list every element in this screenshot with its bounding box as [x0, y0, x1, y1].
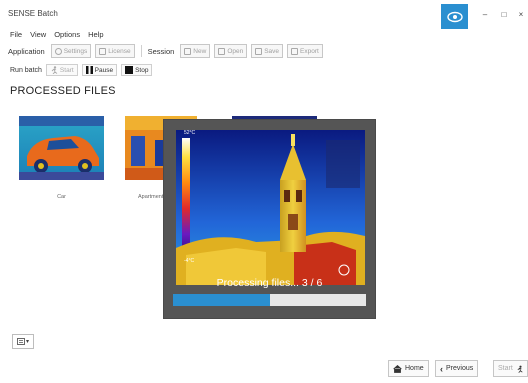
previous-label: Previous: [446, 365, 474, 372]
eye-icon: [446, 11, 463, 22]
license-button[interactable]: License: [95, 44, 135, 58]
previous-button[interactable]: ‹ Previous: [435, 360, 479, 377]
settings-label: Settings: [63, 47, 88, 55]
list-view-icon: [17, 338, 25, 345]
menu-file[interactable]: File: [10, 30, 22, 39]
pause-label: Pause: [94, 66, 114, 74]
new-label: New: [193, 47, 207, 55]
toolbar: Application Settings License Session New…: [0, 42, 528, 60]
gear-icon: [54, 47, 62, 55]
runner-icon: [51, 66, 58, 74]
save-button[interactable]: Save: [251, 44, 284, 58]
license-label: License: [108, 47, 131, 55]
home-label: Home: [405, 365, 424, 372]
menu-view[interactable]: View: [30, 30, 46, 39]
menu-help[interactable]: Help: [88, 30, 103, 39]
runner-icon: [517, 365, 523, 373]
open-button[interactable]: Open: [214, 44, 248, 58]
export-label: Export: [300, 47, 319, 55]
document-icon: [99, 47, 107, 55]
scale-min-label: -4°C: [184, 258, 195, 264]
export-icon: [291, 47, 299, 55]
processing-dialog: 52°C -4°C: [163, 119, 376, 319]
scale-max-label: 52°C: [184, 130, 196, 136]
new-button[interactable]: New: [180, 44, 211, 58]
toolbar-separator: [140, 45, 142, 57]
stop-button[interactable]: Stop: [121, 64, 153, 76]
progress-fill: [173, 294, 270, 306]
pause-icon: [85, 66, 93, 74]
chevron-left-icon: ‹: [440, 363, 443, 374]
view-mode-dropdown[interactable]: ▾: [12, 334, 34, 349]
start-button[interactable]: Start: [493, 360, 528, 377]
save-label: Save: [264, 47, 280, 55]
minimize-button[interactable]: –: [479, 10, 491, 19]
folder-icon: [218, 47, 226, 55]
disk-icon: [255, 47, 263, 55]
close-button[interactable]: ×: [515, 10, 527, 19]
open-label: Open: [227, 47, 244, 55]
settings-button[interactable]: Settings: [50, 44, 92, 58]
processing-progress-bar: [173, 294, 366, 306]
menu-options[interactable]: Options: [54, 30, 80, 39]
title-bar: SENSE Batch – □ ×: [0, 0, 528, 29]
stop-label: Stop: [135, 66, 149, 74]
window-title: SENSE Batch: [8, 9, 58, 18]
run-batch-label: Run batch: [10, 66, 42, 74]
menu-bar: File View Options Help: [10, 30, 104, 39]
start-batch-label: Start: [59, 66, 74, 74]
section-title: PROCESSED FILES: [10, 85, 116, 97]
start-batch-button[interactable]: Start: [45, 64, 78, 76]
home-icon: [393, 364, 402, 373]
home-button[interactable]: Home: [388, 360, 429, 377]
app-eye-button[interactable]: [441, 4, 468, 29]
processing-status-text: Processing files... 3 / 6: [216, 277, 323, 289]
thumbnail-car[interactable]: [19, 116, 104, 180]
export-button[interactable]: Export: [287, 44, 323, 58]
new-file-icon: [184, 47, 192, 55]
run-batch-bar: Run batch Start Pause Stop: [0, 62, 528, 78]
start-label: Start: [498, 365, 513, 372]
chevron-down-icon: ▾: [25, 339, 29, 345]
thumbnail-label-car: Car: [57, 194, 66, 200]
stop-icon: [125, 66, 134, 74]
application-label: Application: [8, 46, 45, 56]
session-label: Session: [147, 46, 175, 56]
thermal-church-image: [176, 130, 365, 285]
maximize-button[interactable]: □: [498, 10, 510, 19]
pause-button[interactable]: Pause: [81, 64, 118, 76]
thermal-car-image: [19, 116, 104, 180]
